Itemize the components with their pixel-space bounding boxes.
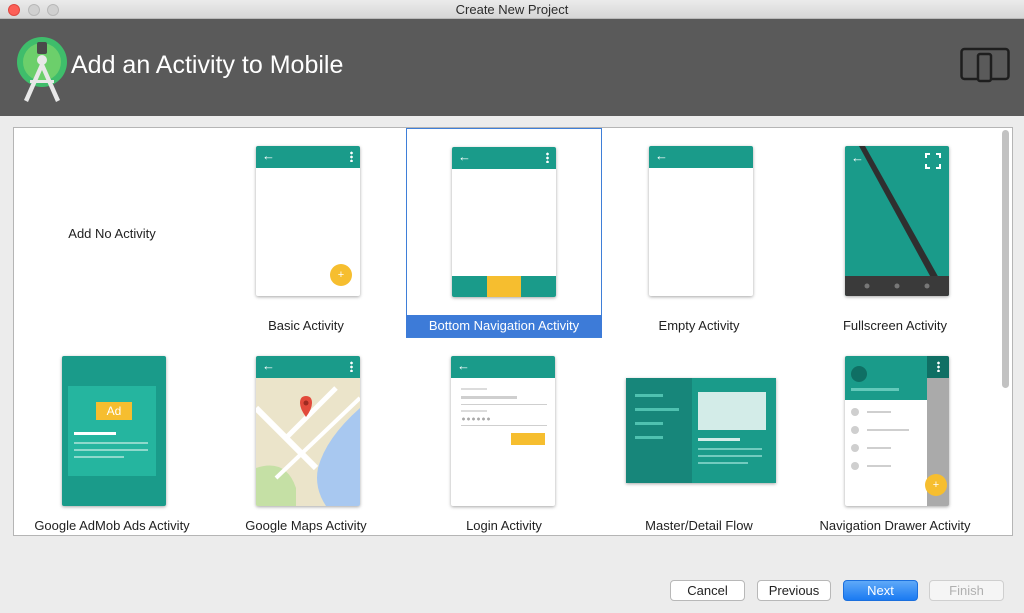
navigation-drawer-preview: +	[845, 356, 949, 506]
scrollbar-thumb[interactable]	[1002, 130, 1009, 388]
tile-add-no-activity[interactable]: Add No Activity	[14, 128, 210, 338]
maps-activity-preview: ←	[256, 356, 360, 506]
cancel-button[interactable]: Cancel	[670, 580, 745, 601]
tile-google-maps-activity[interactable]: ← Google Maps Activity	[208, 338, 404, 535]
previous-button[interactable]: Previous	[757, 580, 831, 601]
overflow-menu-icon	[937, 361, 940, 372]
tile-label: Add No Activity	[68, 226, 156, 241]
empty-activity-preview: ←	[649, 146, 753, 296]
tile-fullscreen-activity[interactable]: ← Fullscreen Activity	[797, 128, 993, 338]
gallery-scrollbar[interactable]	[1002, 130, 1010, 533]
tile-label: Basic Activity	[268, 318, 344, 333]
master-detail-preview	[626, 378, 776, 483]
back-arrow-icon: ←	[262, 148, 275, 163]
tile-label: Master/Detail Flow	[645, 518, 753, 533]
back-arrow-icon: ←	[458, 149, 471, 164]
tile-label: Bottom Navigation Activity	[406, 315, 602, 337]
tile-bottom-navigation-activity[interactable]: ← Bottom Navigation Activity	[406, 128, 602, 338]
tile-label: Navigation Drawer Activity	[819, 518, 971, 533]
fullscreen-activity-preview: ←	[845, 146, 949, 296]
tile-empty-activity[interactable]: ← Empty Activity	[601, 128, 797, 338]
tile-label: Fullscreen Activity	[842, 318, 948, 333]
back-arrow-icon: ←	[457, 358, 470, 373]
map-graphic	[256, 378, 360, 506]
overflow-menu-icon	[546, 152, 549, 163]
bottom-nav-bar	[452, 276, 556, 297]
tile-basic-activity[interactable]: ← + Basic Activity	[208, 128, 404, 338]
android-studio-logo-icon	[17, 37, 67, 102]
back-arrow-icon: ←	[655, 148, 668, 163]
bottom-navigation-preview: ←	[452, 147, 556, 297]
tile-navigation-drawer-activity[interactable]: + Navigation Drawer Activity	[797, 338, 993, 535]
ad-badge: Ad	[96, 402, 132, 420]
back-arrow-icon: ←	[851, 150, 864, 165]
wizard-header: Add an Activity to Mobile	[0, 19, 1024, 116]
fab-plus-icon: +	[925, 474, 947, 496]
window-title: Create New Project	[455, 2, 569, 17]
basic-activity-preview: ← +	[256, 146, 360, 296]
window-titlebar: Create New Project	[0, 0, 1024, 19]
tile-label: Login Activity	[466, 518, 542, 533]
tile-label: Google AdMob Ads Activity	[34, 518, 190, 533]
admob-activity-preview: Ad	[62, 356, 166, 506]
page-title: Add an Activity to Mobile	[71, 51, 344, 79]
tile-master-detail-flow[interactable]: Master/Detail Flow	[601, 338, 797, 535]
back-arrow-icon: ←	[262, 358, 275, 373]
next-button[interactable]: Next	[843, 580, 918, 601]
tile-google-admob-ads-activity[interactable]: Ad Google AdMob Ads Activity	[14, 338, 210, 535]
finish-button[interactable]: Finish	[929, 580, 1004, 601]
tile-label: Google Maps Activity	[245, 518, 367, 533]
activity-gallery[interactable]: Add No Activity ← + Basic Activity ← Bot…	[13, 127, 1013, 536]
overflow-menu-icon	[350, 151, 353, 162]
phone-tablet-icon[interactable]	[960, 47, 1010, 83]
ad-banner-area: Ad	[68, 386, 156, 476]
login-activity-preview: ←	[451, 356, 555, 506]
fab-plus-icon: +	[330, 264, 352, 286]
tile-login-activity[interactable]: ← Login Activity	[406, 338, 602, 535]
overflow-menu-icon	[350, 361, 353, 372]
tile-label: Empty Activity	[658, 318, 740, 333]
bottom-nav-selected-item	[487, 276, 521, 297]
fullscreen-expand-icon	[925, 153, 941, 169]
